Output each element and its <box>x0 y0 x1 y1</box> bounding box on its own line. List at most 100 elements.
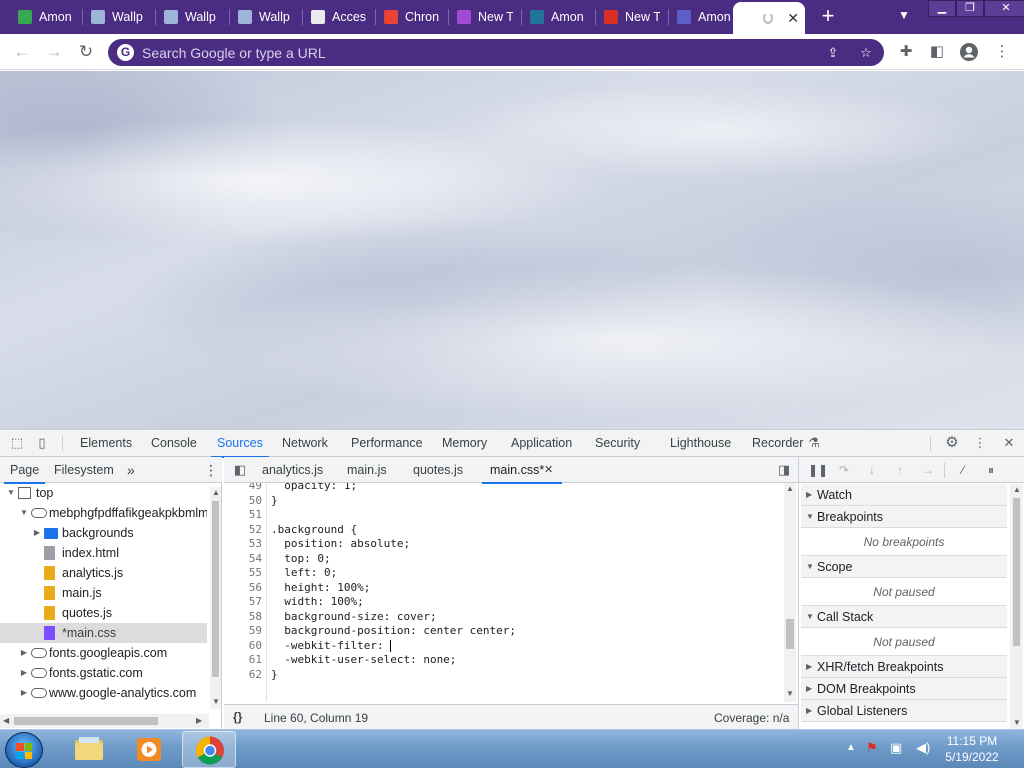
tab-active[interactable]: ✕ <box>733 2 805 34</box>
toggle-navigator-icon[interactable]: ◧ <box>232 462 248 478</box>
tree-item[interactable]: main.js <box>0 583 207 603</box>
file-explorer-taskbar-icon[interactable] <box>62 731 116 768</box>
tab-lighthouse[interactable]: Lighthouse <box>670 430 731 457</box>
tab-1[interactable]: Amon <box>12 4 80 30</box>
side-panel-icon[interactable]: ◧ <box>927 42 947 62</box>
collapsed-triangle-icon[interactable]: ▶ <box>32 523 42 543</box>
tab-10[interactable]: Amon <box>671 4 739 30</box>
pane-watch[interactable]: ▶ Watch <box>801 484 1007 506</box>
navigator-horizontal-scrollbar[interactable]: ◀ ▶ <box>0 714 209 728</box>
tree-item[interactable]: *main.css <box>0 623 207 643</box>
deactivate-breakpoints-icon[interactable]: ⁄ <box>955 462 971 478</box>
expanded-triangle-icon[interactable]: ▼ <box>6 486 16 503</box>
tab-9[interactable]: New T <box>598 4 666 30</box>
scroll-down-arrow-icon[interactable]: ▼ <box>1013 718 1021 727</box>
scroll-right-arrow-icon[interactable]: ▶ <box>196 716 202 725</box>
scroll-down-arrow-icon[interactable]: ▼ <box>786 689 794 698</box>
more-tabs-chevron-icon[interactable]: » <box>127 457 135 483</box>
restore-button[interactable]: ❐ <box>956 0 984 17</box>
toggle-debugger-icon[interactable]: ◨ <box>776 462 792 478</box>
tab-security[interactable]: Security <box>595 430 640 457</box>
scrollbar-thumb[interactable] <box>1013 498 1020 646</box>
devtools-menu-kebab-icon[interactable]: ⋮ <box>972 435 988 451</box>
chrome-taskbar-icon[interactable] <box>182 731 236 768</box>
step-out-icon[interactable]: ↑ <box>892 462 908 478</box>
reload-button[interactable]: ↻ <box>75 41 97 63</box>
step-into-icon[interactable]: ↓ <box>864 462 880 478</box>
show-hidden-icons-icon[interactable]: ▲ <box>846 742 856 753</box>
tab-performance[interactable]: Performance <box>351 430 423 457</box>
media-player-taskbar-icon[interactable] <box>122 731 176 768</box>
settings-gear-icon[interactable]: ⚙ <box>944 435 960 451</box>
tree-item[interactable]: ▶ www.google-analytics.com <box>0 683 207 703</box>
step-over-icon[interactable]: ↷ <box>836 462 852 478</box>
collapsed-triangle-icon[interactable]: ▶ <box>19 643 29 663</box>
expanded-triangle-icon[interactable]: ▼ <box>806 606 814 628</box>
extensions-puzzle-icon[interactable]: ✚ <box>896 42 916 62</box>
tree-item[interactable]: analytics.js <box>0 563 207 583</box>
minimize-button[interactable]: ▁ <box>928 0 956 17</box>
tab-application[interactable]: Application <box>511 430 572 457</box>
collapsed-triangle-icon[interactable]: ▶ <box>806 678 812 700</box>
scroll-up-arrow-icon[interactable]: ▲ <box>212 488 220 497</box>
tab-3[interactable]: Wallp <box>158 4 226 30</box>
close-editor-tab-icon[interactable]: ✕ <box>544 457 553 483</box>
device-toolbar-icon[interactable]: ▯ <box>34 435 50 451</box>
tab-page[interactable]: Page <box>3 457 46 484</box>
pane-scope[interactable]: ▼ Scope <box>801 556 1007 578</box>
tree-item[interactable]: ▶ backgrounds <box>0 523 207 543</box>
collapsed-triangle-icon[interactable]: ▶ <box>19 683 29 703</box>
new-tab-button[interactable]: + <box>818 4 838 30</box>
expanded-triangle-icon[interactable]: ▼ <box>806 556 814 578</box>
network-icon[interactable]: ▣ <box>890 740 902 756</box>
tab-elements[interactable]: Elements <box>80 430 132 457</box>
tab-quotes-js[interactable]: quotes.js <box>413 457 463 483</box>
back-button[interactable]: ← <box>11 41 33 63</box>
editor-vertical-scrollbar[interactable]: ▲ ▼ <box>784 483 796 702</box>
pretty-print-icon[interactable]: {} <box>233 710 242 724</box>
tree-item[interactable]: ▶ fonts.googleapis.com <box>0 643 207 663</box>
scroll-up-arrow-icon[interactable]: ▲ <box>1013 485 1021 494</box>
close-tab-icon[interactable]: ✕ <box>787 10 799 27</box>
scrollbar-thumb[interactable] <box>14 717 158 725</box>
menu-kebab-icon[interactable]: ⋮ <box>992 42 1012 62</box>
tab-console[interactable]: Console <box>151 430 197 457</box>
pane-xhr-fetch-breakpoints[interactable]: ▶ XHR/fetch Breakpoints <box>801 656 1007 678</box>
scroll-down-arrow-icon[interactable]: ▼ <box>212 697 220 706</box>
pane-dom-breakpoints[interactable]: ▶ DOM Breakpoints <box>801 678 1007 700</box>
volume-icon[interactable]: ◀) <box>916 740 930 756</box>
navigator-vertical-scrollbar[interactable]: ▲ ▼ <box>210 487 221 709</box>
tab-8[interactable]: Amon <box>524 4 592 30</box>
tab-analytics-js[interactable]: analytics.js <box>262 457 323 483</box>
tab-filesystem[interactable]: Filesystem <box>54 457 114 483</box>
pane-breakpoints[interactable]: ▼ Breakpoints <box>801 506 1007 528</box>
tab-memory[interactable]: Memory <box>442 430 487 457</box>
bookmark-star-icon[interactable]: ☆ <box>857 44 875 62</box>
tree-item[interactable]: ▶ fonts.gstatic.com <box>0 663 207 683</box>
inspect-element-icon[interactable]: ⬚ <box>9 435 25 451</box>
tab-search-chevron-icon[interactable]: ▼ <box>896 8 912 26</box>
tab-5[interactable]: Acces <box>305 4 373 30</box>
omnibox[interactable]: G Search Google or type a URL ⇪ ☆ <box>108 39 884 66</box>
action-center-flag-icon[interactable]: ⚑ <box>866 740 878 756</box>
tab-2[interactable]: Wallp <box>85 4 153 30</box>
tab-sources[interactable]: Sources <box>211 430 269 458</box>
close-devtools-icon[interactable]: ✕ <box>1001 435 1017 451</box>
collapsed-triangle-icon[interactable]: ▶ <box>19 663 29 683</box>
forward-button[interactable]: → <box>43 41 65 63</box>
share-icon[interactable]: ⇪ <box>824 44 842 62</box>
tree-item[interactable]: quotes.js <box>0 603 207 623</box>
tab-network[interactable]: Network <box>282 430 328 457</box>
expanded-triangle-icon[interactable]: ▼ <box>19 503 29 523</box>
close-window-button[interactable]: ✕ <box>984 0 1024 17</box>
collapsed-triangle-icon[interactable]: ▶ <box>806 484 812 506</box>
pane-call-stack[interactable]: ▼ Call Stack <box>801 606 1007 628</box>
tree-item[interactable]: ▼ top <box>0 486 207 503</box>
collapsed-triangle-icon[interactable]: ▶ <box>806 700 812 722</box>
tab-6[interactable]: Chron <box>378 4 446 30</box>
collapsed-triangle-icon[interactable]: ▶ <box>806 656 812 678</box>
scroll-left-arrow-icon[interactable]: ◀ <box>3 716 9 725</box>
tab-4[interactable]: Wallp <box>232 4 300 30</box>
navigator-menu-kebab-icon[interactable]: ⋮ <box>204 457 218 483</box>
scrollbar-thumb[interactable] <box>212 501 219 677</box>
